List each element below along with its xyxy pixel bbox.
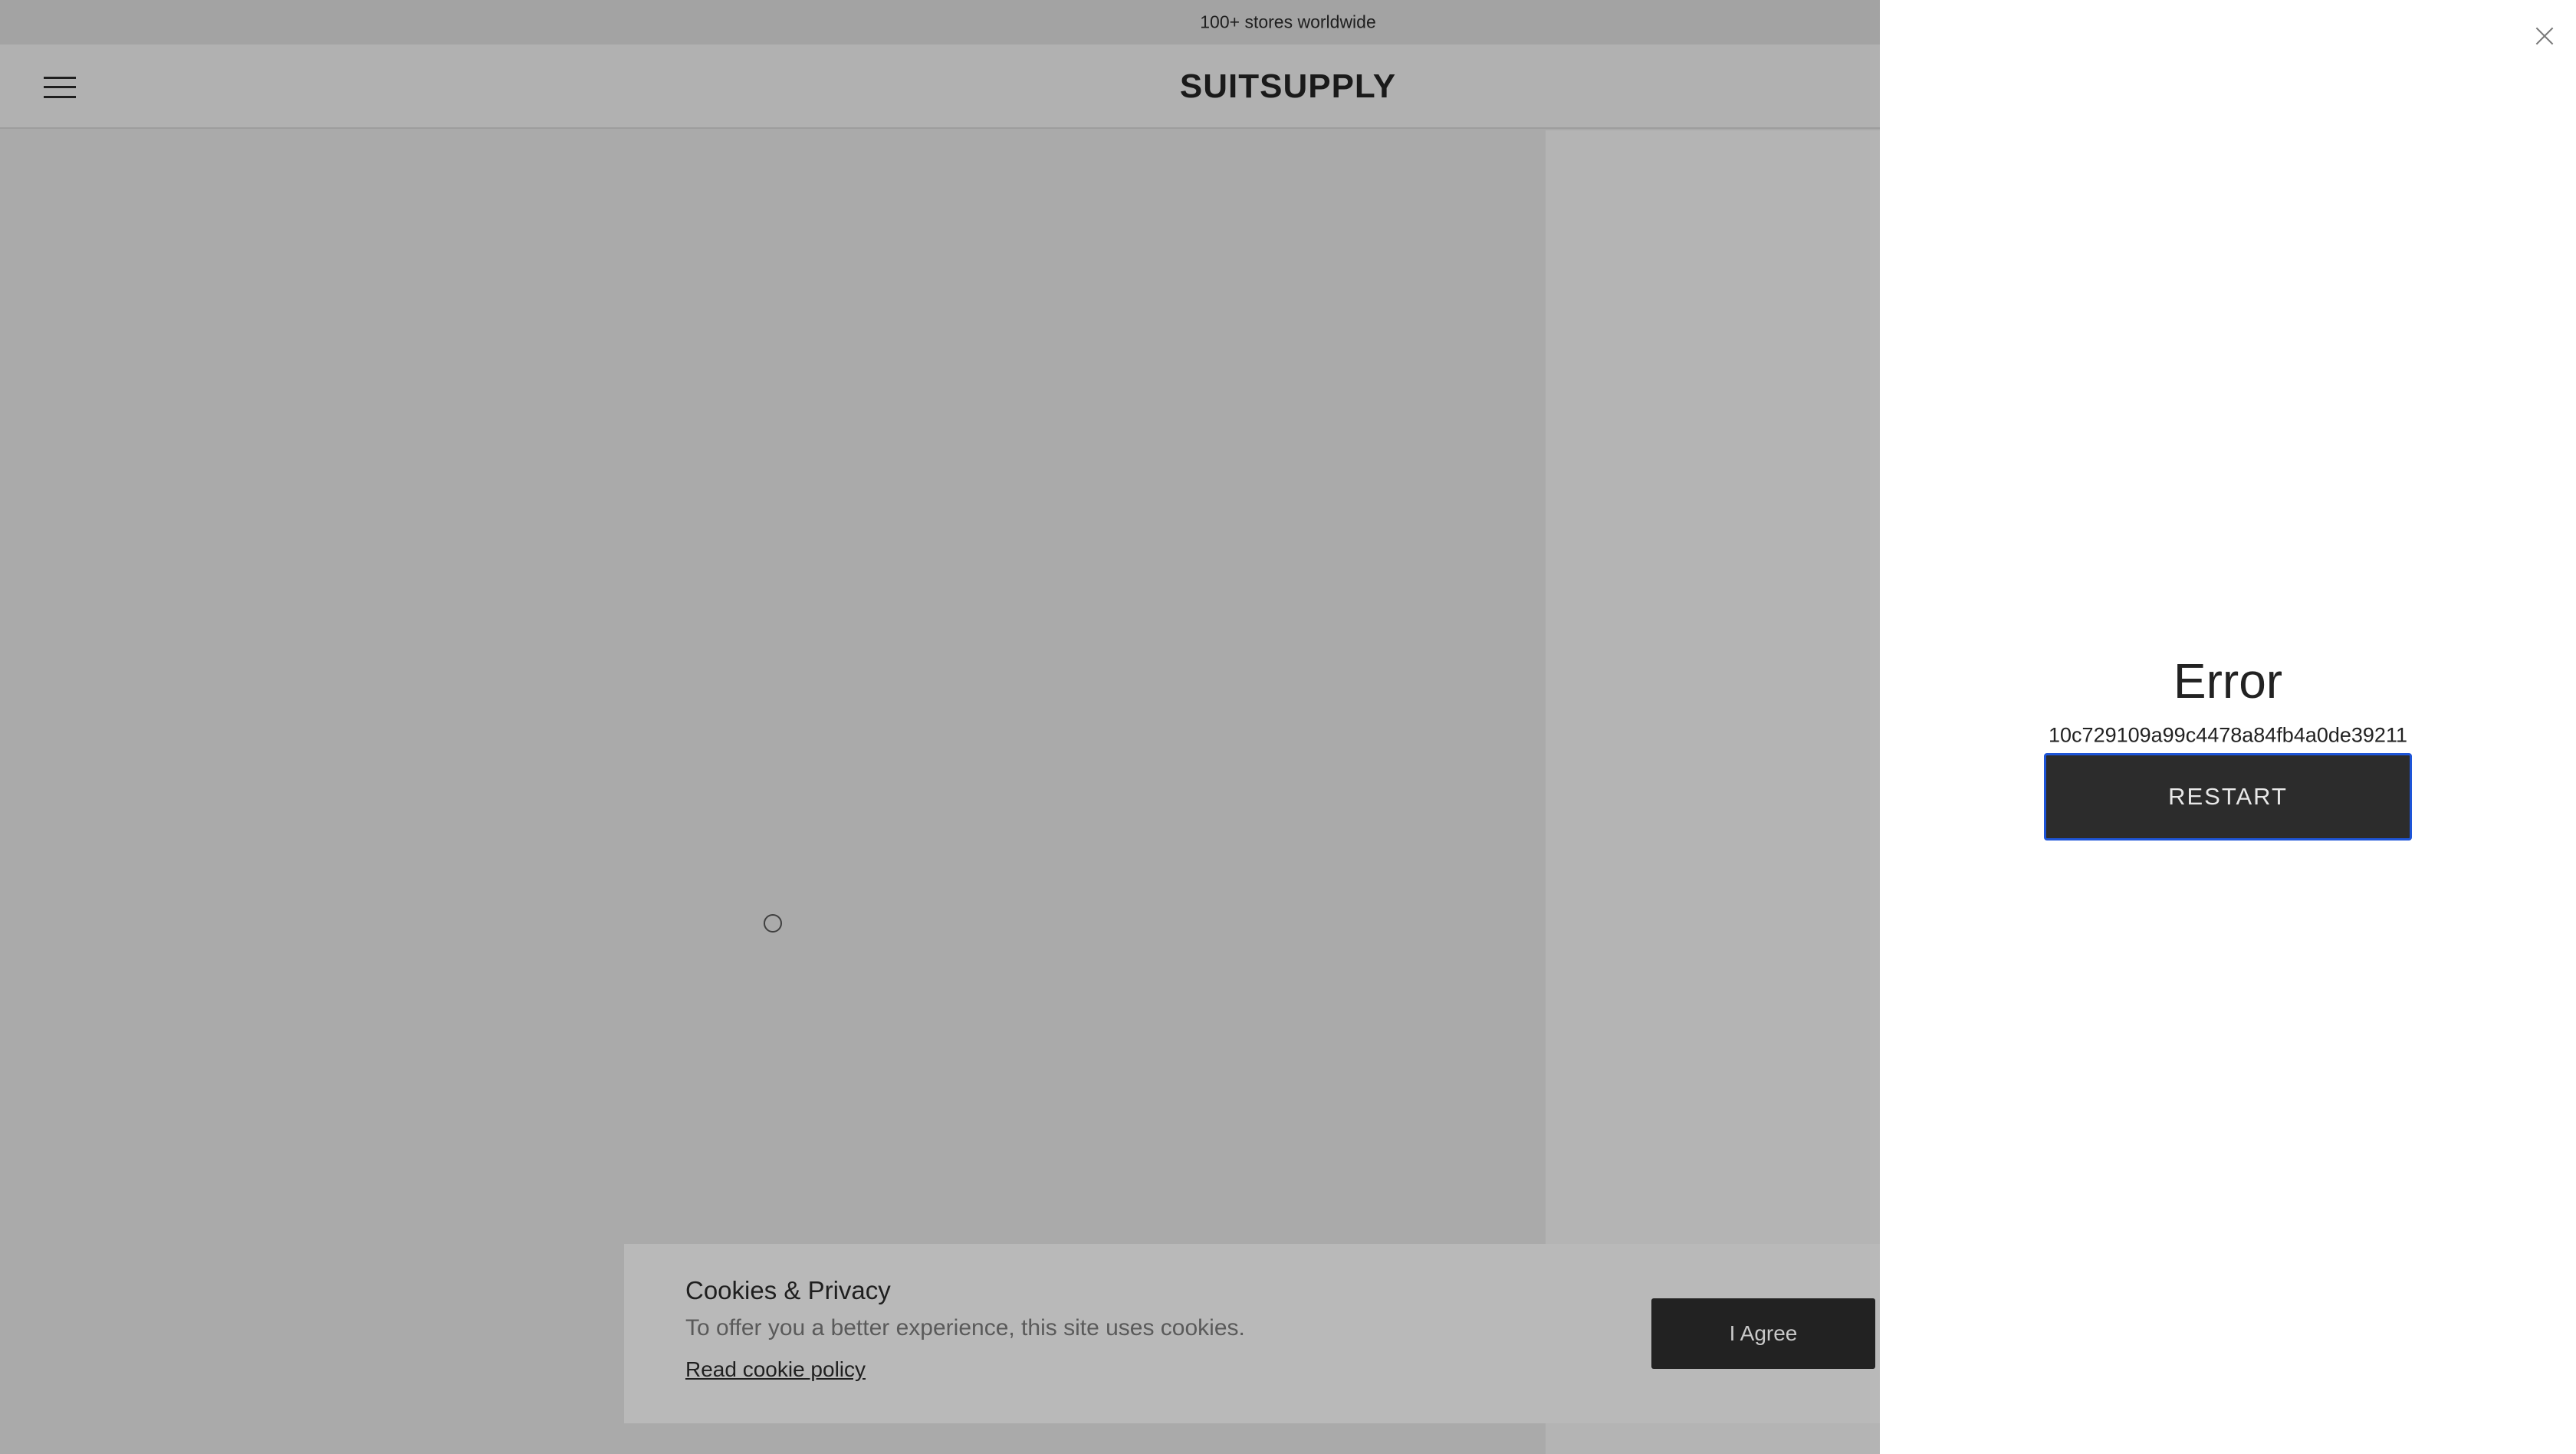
error-code: 10c729109a99c4478a84fb4a0de39211: [2049, 723, 2407, 747]
cookie-policy-link[interactable]: Read cookie policy: [685, 1357, 866, 1382]
loading-spinner-icon: [764, 914, 782, 933]
announcement-text: 100+ stores worldwide: [1200, 12, 1376, 32]
site-logo[interactable]: SUITSUPPLY: [1180, 67, 1396, 106]
agree-button[interactable]: I Agree: [1651, 1298, 1875, 1369]
restart-button[interactable]: RESTART: [2044, 753, 2412, 840]
page-background: Cookies & Privacy To offer you a better …: [0, 0, 1880, 1454]
cookie-title: Cookies & Privacy: [685, 1276, 891, 1304]
error-title: Error: [2173, 653, 2283, 709]
cookie-banner: Cookies & Privacy To offer you a better …: [624, 1244, 1880, 1423]
close-icon[interactable]: [2535, 26, 2555, 46]
hamburger-menu-icon[interactable]: [44, 75, 76, 100]
error-drawer: Error 10c729109a99c4478a84fb4a0de39211 R…: [1880, 0, 2576, 1454]
cookie-text: To offer you a better experience, this s…: [685, 1315, 1245, 1341]
